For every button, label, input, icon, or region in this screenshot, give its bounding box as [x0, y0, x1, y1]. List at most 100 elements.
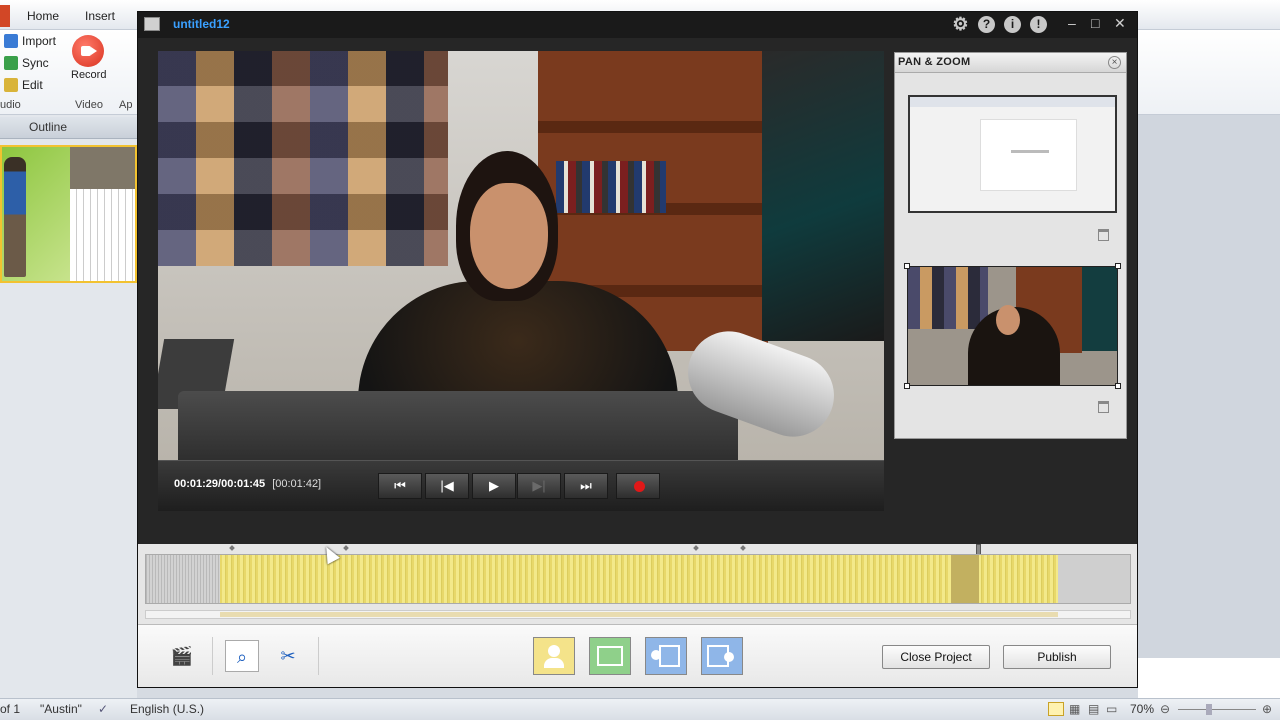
- feedback-icon[interactable]: !: [1030, 16, 1047, 33]
- sync-label: Sync: [22, 56, 49, 70]
- layout-side-by-side[interactable]: [645, 637, 687, 675]
- timeline-marker[interactable]: [693, 545, 699, 551]
- info-icon[interactable]: i: [1004, 16, 1021, 33]
- slide-thumb-person: [4, 157, 26, 277]
- clapperboard-icon[interactable]: 🎬: [165, 640, 199, 672]
- close-project-button[interactable]: Close Project: [882, 645, 990, 669]
- gear-icon[interactable]: ⚙: [952, 15, 969, 33]
- person-icon: [548, 645, 560, 657]
- rewind-to-start-button[interactable]: ⏮: [378, 473, 422, 499]
- resize-handle[interactable]: [904, 383, 910, 389]
- timeline-marker[interactable]: [343, 545, 349, 551]
- timeline-selection[interactable]: [951, 555, 979, 603]
- bottom-toolbar: 🎬 ⌕ ✂ Close Project Publish: [138, 624, 1137, 687]
- pan-zoom-title: PAN & ZOOM: [898, 56, 971, 68]
- zoom-in-icon[interactable]: ⊕: [1262, 702, 1272, 716]
- timeline-scrollbar[interactable]: [145, 610, 1131, 619]
- timeline-track[interactable]: [145, 554, 1131, 604]
- pan-zoom-header: PAN & ZOOM ×: [895, 53, 1126, 73]
- app-icon: [144, 17, 160, 31]
- powerpoint-notes-area[interactable]: [1138, 658, 1280, 698]
- layout-presenter-only[interactable]: [533, 637, 575, 675]
- record-label: Record: [71, 69, 107, 81]
- spellcheck-icon[interactable]: ✓: [98, 702, 108, 716]
- time-duration: [00:01:42]: [272, 478, 322, 490]
- tab-insert[interactable]: Insert: [85, 9, 115, 23]
- pan-zoom-slide-doc: [980, 119, 1077, 191]
- maximize-icon[interactable]: □: [1091, 15, 1099, 31]
- play-icon: ▶: [489, 478, 499, 493]
- slide-icon: [659, 645, 680, 667]
- tab-outline[interactable]: Outline: [0, 117, 137, 139]
- close-icon[interactable]: ×: [1108, 56, 1121, 69]
- edit-button[interactable]: Edit: [4, 78, 43, 92]
- slide-sorter-icon[interactable]: ▦: [1069, 702, 1080, 716]
- theme-name: "Austin": [40, 702, 82, 716]
- slide-icon: [597, 646, 623, 666]
- scissors-icon[interactable]: ✂: [271, 640, 305, 672]
- resize-handle[interactable]: [1115, 383, 1121, 389]
- zoom-slider[interactable]: [1178, 709, 1256, 710]
- pan-zoom-slide-toolbar: [910, 97, 1115, 107]
- pan-zoom-frame-slide[interactable]: [908, 95, 1117, 213]
- timeline[interactable]: [138, 544, 1137, 624]
- pan-zoom-frame-video[interactable]: [907, 266, 1118, 386]
- record-button[interactable]: [616, 473, 660, 499]
- timeline-scroll-thumb[interactable]: [220, 612, 1058, 617]
- close-icon[interactable]: ✕: [1114, 15, 1126, 32]
- video-group-label: Video: [75, 99, 103, 111]
- zoom-icon[interactable]: ⌕: [225, 640, 259, 672]
- next-button[interactable]: ▶|: [517, 473, 561, 499]
- timeline-marker[interactable]: [740, 545, 746, 551]
- import-button[interactable]: Import: [4, 34, 56, 48]
- title-bar[interactable]: untitled12 ⚙ ? i ! – □ ✕: [138, 12, 1137, 38]
- slide-thumbnail[interactable]: [0, 145, 137, 283]
- fast-forward-button[interactable]: ⏭: [564, 473, 608, 499]
- language[interactable]: English (U.S.): [130, 702, 204, 716]
- audio-group-label: udio: [0, 99, 21, 111]
- sync-button[interactable]: Sync: [4, 56, 49, 70]
- edit-label: Edit: [22, 78, 43, 92]
- rewind-icon: ⏮: [394, 478, 406, 493]
- timeline-marker[interactable]: [229, 545, 235, 551]
- file-tab[interactable]: [0, 5, 10, 27]
- zoom-level[interactable]: 70%: [1130, 702, 1154, 716]
- record-icon[interactable]: [72, 35, 104, 67]
- previous-button[interactable]: |◀: [425, 473, 469, 499]
- status-bar: of 1 "Austin" ✓ English (U.S.) ▦ ▤ ▭ 70%…: [0, 698, 1280, 720]
- minimize-icon[interactable]: –: [1068, 15, 1076, 31]
- resize-handle[interactable]: [1115, 263, 1121, 269]
- resize-handle[interactable]: [904, 263, 910, 269]
- zoom-slider-thumb[interactable]: [1206, 704, 1212, 715]
- reading-view-icon[interactable]: ▤: [1088, 702, 1099, 716]
- video-preview[interactable]: [158, 51, 884, 460]
- trash-icon[interactable]: [1098, 229, 1109, 241]
- layout-slide-only[interactable]: [589, 637, 631, 675]
- person-icon: [651, 650, 661, 660]
- outline-label: Outline: [29, 120, 68, 134]
- video-posters: [762, 51, 884, 341]
- mini-face: [996, 305, 1020, 335]
- person-icon: [724, 652, 734, 662]
- play-button[interactable]: ▶: [472, 473, 516, 499]
- import-icon: [4, 34, 18, 48]
- import-label: Import: [22, 34, 57, 48]
- normal-view-icon[interactable]: [1048, 702, 1064, 716]
- layout-picture-in-picture[interactable]: [701, 637, 743, 675]
- video-collage: [158, 51, 448, 266]
- mini-collage: [908, 267, 988, 329]
- timeline-trimmed-end: [1058, 555, 1130, 603]
- slide-thumb-sketch: [70, 189, 135, 281]
- fast-forward-icon: ⏭: [580, 478, 592, 493]
- slideshow-icon[interactable]: ▭: [1106, 702, 1117, 716]
- video-laptop: [178, 391, 738, 460]
- trash-icon[interactable]: [1098, 401, 1109, 413]
- mini-poster: [1082, 267, 1117, 351]
- publish-button[interactable]: Publish: [1003, 645, 1111, 669]
- help-icon[interactable]: ?: [978, 16, 995, 33]
- tab-home[interactable]: Home: [27, 9, 59, 23]
- powerpoint-ribbon-right: [1138, 30, 1280, 115]
- zoom-out-icon[interactable]: ⊖: [1160, 702, 1170, 716]
- pan-zoom-panel: PAN & ZOOM ×: [894, 52, 1127, 439]
- person-icon: [544, 658, 564, 668]
